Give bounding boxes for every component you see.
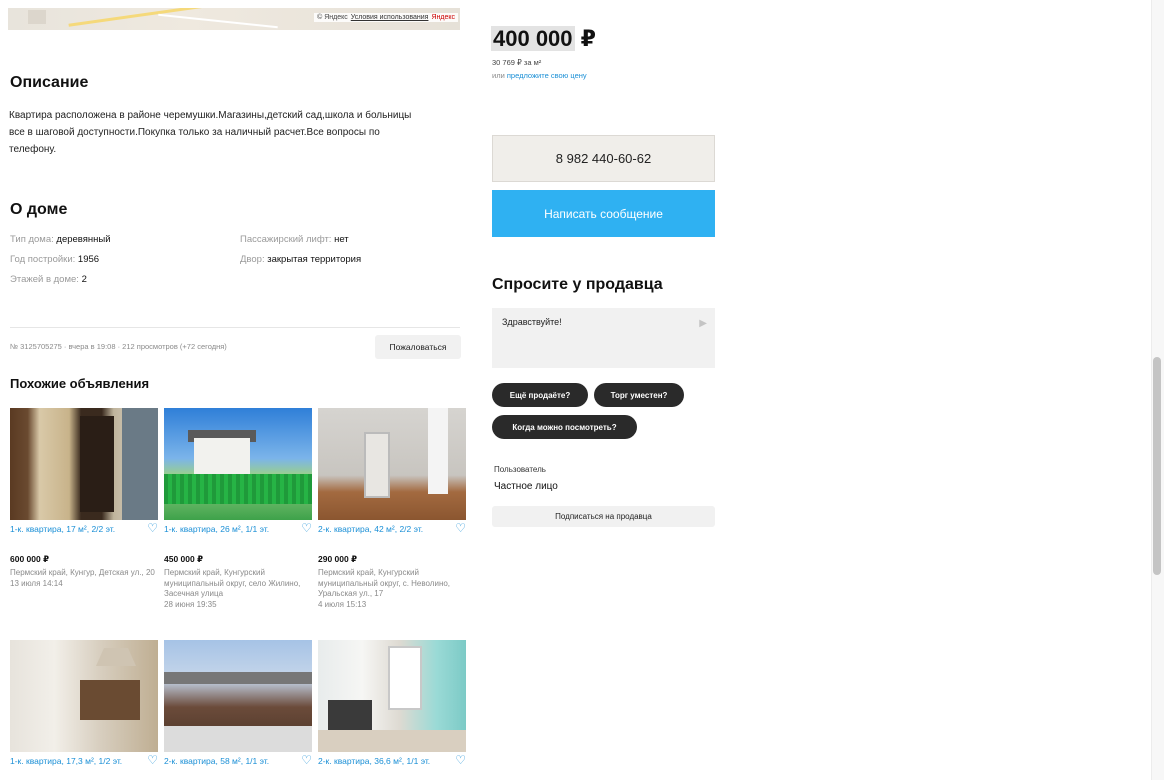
listing-date: 28 июня 19:35 [164,599,217,609]
house-params-left: Тип дома: деревянный Год постройки: 1956… [10,230,111,290]
listing-address: Пермский край, Кунгур, Детская ул., 20 13… [10,568,155,588]
listing-photo[interactable] [164,640,312,752]
listing-card[interactable]: 1-к. квартира, 26 м², 1/1 эт. ♡ 450 000 … [164,408,312,638]
subscribe-seller-button[interactable]: Подписаться на продавца [492,506,715,527]
ask-seller-title: Спросите у продавца [492,276,663,293]
listing-title[interactable]: 1-к. квартира, 17,3 м², 1/2 эт. [10,756,130,767]
listing-photo[interactable] [10,640,158,752]
listing-card[interactable]: 1-к. квартира, 17,3 м², 1/2 эт. ♡ [10,640,158,780]
price-per-sqm: 30 769 ₽ за м² [492,58,542,67]
house-param: Тип дома: деревянный [10,234,111,245]
listing-photo[interactable] [10,408,158,520]
heart-icon[interactable]: ♡ [147,754,158,766]
heart-icon[interactable]: ♡ [455,522,466,534]
offer-price: или предложите свою цену [492,71,587,80]
quick-question-chip[interactable]: Когда можно посмотреть? [492,415,637,439]
send-icon[interactable]: ▶ [699,318,707,329]
seller-name[interactable]: Частное лицо [494,481,558,492]
listing-price: 600 000 ₽ [10,554,50,564]
map-road [158,13,278,29]
house-title: О доме [10,201,68,218]
description-text: Квартира расположена в районе черемушки.… [9,110,412,155]
report-button[interactable]: Пожаловаться [375,335,461,359]
listing-title[interactable]: 2-к. квартира, 36,6 м², 1/1 эт. [318,756,438,767]
listing-card[interactable]: 1-к. квартира, 17 м², 2/2 эт. ♡ 600 000 … [10,408,158,638]
map-terms-link[interactable]: Условия использования [351,14,429,21]
listing-price: 290 000 ₽ [318,554,358,564]
listing-title[interactable]: 1-к. квартира, 17 м², 2/2 эт. [10,524,130,535]
map-preview[interactable]: © Яндекс Условия использования Яндекс [8,8,460,30]
quick-question-chip[interactable]: Ещё продаёте? [492,383,588,407]
listing-date: 4 июля 15:13 [318,599,367,609]
phone-button[interactable]: 8 982 440-60-62 [492,135,715,182]
listing-photo[interactable] [164,408,312,520]
listing-photo[interactable] [318,408,466,520]
map-block [28,10,46,24]
scrollbar-thumb[interactable] [1153,357,1161,575]
listing-title[interactable]: 2-к. квартира, 58 м², 1/1 эт. [164,756,284,767]
ask-seller-input[interactable]: Здравствуйте! ▶ [492,308,715,368]
listing-title[interactable]: 2-к. квартира, 42 м², 2/2 эт. [318,524,438,535]
listing-title[interactable]: 1-к. квартира, 26 м², 1/1 эт. [164,524,284,535]
write-message-button[interactable]: Написать сообщение [492,190,715,237]
map-copyright: © Яндекс [317,14,348,21]
house-params-right: Пассажирский лифт: нет Двор: закрытая те… [240,230,361,270]
listing-card[interactable]: 2-к. квартира, 58 м², 1/1 эт. ♡ [164,640,312,780]
map-brand-link[interactable]: Яндекс [431,14,455,21]
heart-icon[interactable]: ♡ [301,754,312,766]
house-param: Пассажирский лифт: нет [240,234,349,245]
map-attribution: © Яндекс Условия использования Яндекс [314,13,458,22]
currency: ₽ [580,26,596,51]
listing-meta: № 3125705275 · вчера в 19:08 · 212 просм… [10,342,227,351]
divider [10,327,460,328]
heart-icon[interactable]: ♡ [147,522,158,534]
listing-photo[interactable] [318,640,466,752]
listing-address: Пермский край, Кунгурский муниципальный … [164,568,301,609]
listing-price: 450 000 ₽ [164,554,204,564]
heart-icon[interactable]: ♡ [301,522,312,534]
price: 400 000 ₽ [491,26,596,52]
seller-type: Пользователь [494,465,546,474]
offer-price-link[interactable]: предложите свою цену [507,71,587,80]
listing-card[interactable]: 2-к. квартира, 36,6 м², 1/1 эт. ♡ [318,640,466,780]
price-value: 400 000 [491,26,575,51]
house-param: Двор: закрытая территория [240,254,362,265]
listing-card[interactable]: 2-к. квартира, 42 м², 2/2 эт. ♡ 290 000 … [318,408,466,638]
quick-question-chip[interactable]: Торг уместен? [594,383,684,407]
listing-date: 13 июля 14:14 [10,578,63,588]
description-title: Описание [10,74,89,91]
house-param: Этажей в доме: 2 [10,274,87,285]
listing-address: Пермский край, Кунгурский муниципальный … [318,568,451,609]
similar-title: Похожие объявления [10,376,150,391]
heart-icon[interactable]: ♡ [455,754,466,766]
house-param: Год постройки: 1956 [10,254,100,265]
ask-seller-text: Здравствуйте! [502,317,562,327]
